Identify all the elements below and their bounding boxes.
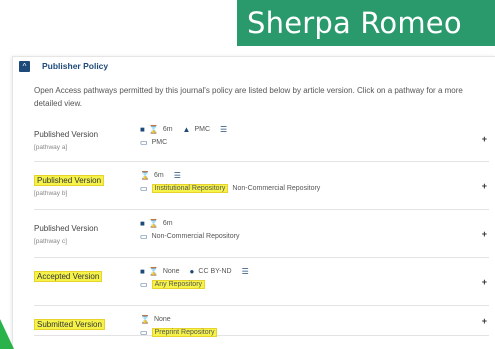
- pathway-label: [pathway b]: [34, 190, 68, 197]
- location-highlight: Preprint Repository: [151, 328, 218, 337]
- cc-license-icon: ●: [189, 266, 195, 276]
- pathway-label: [pathway a]: [34, 144, 68, 151]
- embargo-value: 6m: [153, 171, 164, 179]
- pathway-row[interactable]: Submitted Version ⌛ None ▭ Preprint Repo…: [34, 306, 489, 337]
- location-text: PMC: [151, 139, 168, 146]
- version-name: Published Version: [34, 224, 99, 233]
- location-text: Non-Commercial Repository: [151, 233, 240, 240]
- upload-cloud-icon: ▲: [182, 124, 191, 134]
- embargo-value: None: [162, 267, 180, 275]
- publisher-policy-panel: ^ Publisher Policy Open Access pathways …: [12, 56, 495, 349]
- pathway-list: Published Version [pathway a] ■ ⌛ 6m ▲ P…: [13, 116, 495, 337]
- intro-text: Open Access pathways permitted by this j…: [34, 86, 463, 108]
- list-icon: ☰: [220, 124, 228, 134]
- info-icon: ■: [140, 218, 145, 228]
- list-icon: ☰: [173, 170, 181, 180]
- license-value: CC BY-ND: [198, 267, 232, 275]
- location-highlight: Any Repository: [151, 280, 206, 289]
- pathway-label: [pathway c]: [34, 238, 67, 245]
- list-icon: ☰: [241, 266, 249, 276]
- embargo-value: 6m: [162, 125, 173, 133]
- hourglass-icon: ⌛: [140, 170, 150, 180]
- pathway-row[interactable]: Accepted Version ■ ⌛ None ● CC BY-ND ☰ ▭…: [34, 258, 489, 306]
- version-name: Published Version: [34, 130, 99, 139]
- embargo-value: None: [153, 315, 171, 323]
- expand-plus-icon[interactable]: +: [482, 181, 487, 191]
- panel-title: Publisher Policy: [42, 61, 109, 71]
- panel-header[interactable]: ^ Publisher Policy: [13, 57, 495, 75]
- version-name: Submitted Version: [34, 319, 105, 330]
- info-icon: ■: [140, 266, 145, 276]
- hourglass-icon: ⌛: [148, 266, 159, 276]
- folder-icon: ▭: [140, 328, 148, 337]
- expand-plus-icon[interactable]: +: [482, 316, 487, 326]
- decor-corner-bottom: [0, 319, 14, 349]
- pathway-row[interactable]: Published Version [pathway a] ■ ⌛ 6m ▲ P…: [34, 116, 489, 162]
- hourglass-icon: ⌛: [148, 124, 159, 134]
- repo-badge: PMC: [194, 125, 211, 133]
- pathway-row[interactable]: Published Version [pathway c] ■ ⌛ 6m ▭ N…: [34, 210, 489, 258]
- version-name: Accepted Version: [34, 271, 103, 282]
- hourglass-icon: ⌛: [148, 218, 159, 228]
- location-highlight: Institutional Repository: [151, 184, 229, 193]
- expand-plus-icon[interactable]: +: [482, 229, 487, 239]
- version-name: Published Version: [34, 175, 105, 186]
- collapse-chevron-icon[interactable]: ^: [19, 60, 30, 72]
- folder-icon: ▭: [140, 280, 148, 289]
- location-text: Non-Commercial Repository: [232, 185, 321, 192]
- decor-corner: [0, 0, 22, 52]
- folder-icon: ▭: [140, 138, 148, 147]
- folder-icon: ▭: [140, 232, 148, 241]
- hourglass-icon: ⌛: [140, 314, 150, 324]
- expand-plus-icon[interactable]: +: [482, 134, 487, 144]
- folder-icon: ▭: [140, 184, 148, 193]
- pathway-row[interactable]: Published Version [pathway b] ⌛ 6m ☰ ▭ I…: [34, 162, 489, 210]
- brand-banner: Sherpa Romeo: [237, 0, 495, 46]
- expand-plus-icon[interactable]: +: [482, 277, 487, 287]
- embargo-value: 6m: [162, 219, 173, 227]
- info-icon: ■: [140, 124, 145, 134]
